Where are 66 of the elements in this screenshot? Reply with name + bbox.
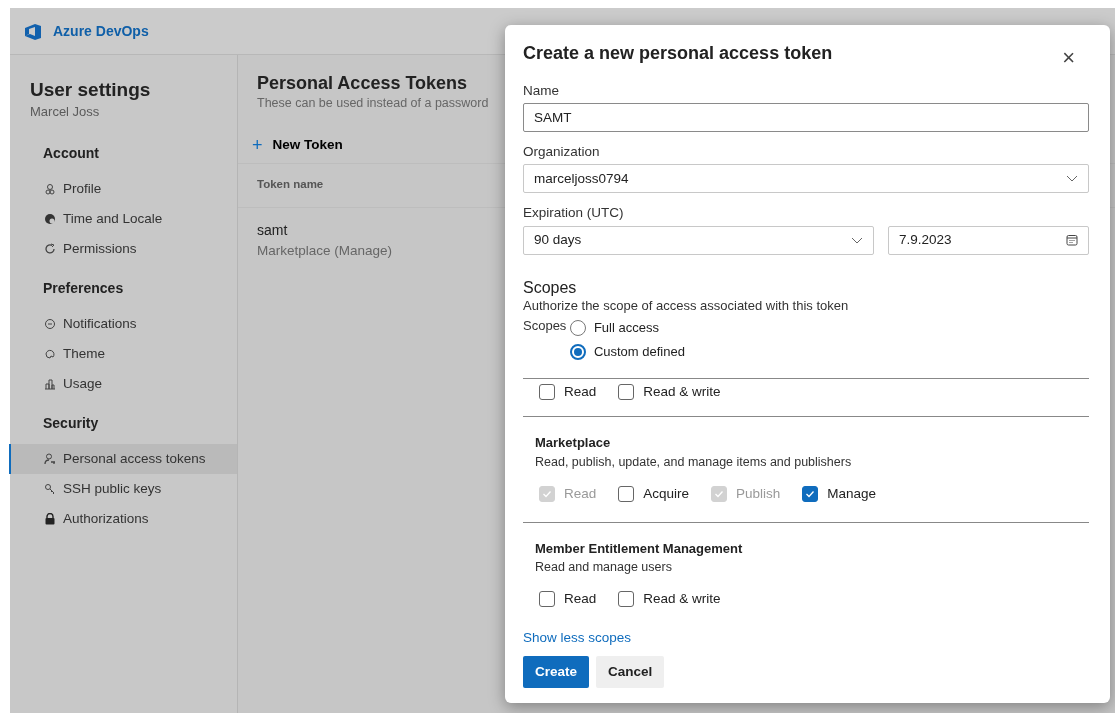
checkbox-label[interactable]: Manage xyxy=(827,483,877,504)
checkbox[interactable] xyxy=(539,591,555,608)
radio-label[interactable]: Custom defined xyxy=(593,341,685,362)
name-input-field[interactable]: SAMT xyxy=(523,103,1089,133)
checkbox[interactable] xyxy=(802,485,819,502)
token-name: samt xyxy=(257,221,288,241)
close-button[interactable]: × xyxy=(1056,45,1081,71)
sidebar-item[interactable]: Personal access tokens xyxy=(9,444,237,475)
chat-icon xyxy=(44,318,56,331)
chevron-down-icon xyxy=(1066,175,1078,183)
scopes-description: Authorize the scope of access associated with this token xyxy=(523,297,850,316)
radio-button[interactable] xyxy=(569,343,586,360)
checkbox[interactable] xyxy=(618,591,635,608)
key-icon xyxy=(44,483,56,496)
palette-icon xyxy=(44,348,56,361)
checkbox-label[interactable]: Acquire xyxy=(643,483,690,504)
show-less-scopes-link[interactable]: Show less scopes xyxy=(523,628,632,649)
checkbox-label[interactable]: Read xyxy=(564,589,597,610)
lock-icon xyxy=(44,513,56,526)
section-heading: Preferences xyxy=(42,279,125,299)
sidebar-item[interactable]: Time and Locale xyxy=(9,204,237,235)
sidebar-item[interactable]: Profile xyxy=(9,174,237,205)
create-button[interactable]: Create xyxy=(523,655,590,688)
globe-icon xyxy=(44,213,56,226)
expiration-dropdown[interactable]: 90 days xyxy=(523,225,874,255)
checkbox-label[interactable]: Read xyxy=(564,382,597,403)
scope-title: Member Entitlement Management xyxy=(535,539,744,558)
field-label: Organization xyxy=(523,144,601,161)
sidebar-item[interactable]: Permissions xyxy=(9,234,237,265)
scopes-heading: Scopes xyxy=(523,278,578,297)
checkbox[interactable] xyxy=(618,384,635,401)
scope-description: Read, publish, update, and manage items and publishers xyxy=(535,453,853,471)
chevron-down-icon xyxy=(850,236,863,244)
user-name: Marcel Joss xyxy=(29,102,101,121)
section-title: Personal Access Tokens xyxy=(257,74,468,94)
sidebar-item[interactable]: Notifications xyxy=(9,309,237,340)
scope-description: Read and manage users xyxy=(535,559,673,577)
cancel-button[interactable]: Cancel xyxy=(596,655,665,688)
section-heading: Security xyxy=(42,414,100,434)
sidebar-item[interactable]: Theme xyxy=(9,339,237,370)
calendar-icon xyxy=(1066,234,1078,247)
profile-icon xyxy=(44,183,56,196)
dialog-title: Create a new personal access token xyxy=(523,43,833,65)
field-label: Name xyxy=(523,83,560,100)
token-scope: Marketplace (Manage) xyxy=(257,242,393,261)
date-field[interactable]: 7.9.2023 xyxy=(887,225,1089,255)
radio-label[interactable]: Full access xyxy=(593,317,659,338)
section-heading: Account xyxy=(42,144,100,164)
chart-icon xyxy=(44,378,56,391)
checkbox-label[interactable]: Read & write xyxy=(643,589,721,610)
sidebar-item[interactable]: Authorizations xyxy=(9,504,237,535)
radio-group-label: Scopes xyxy=(523,316,567,335)
refresh-icon xyxy=(44,243,56,256)
checkbox[interactable] xyxy=(539,384,555,401)
page-title: User settings xyxy=(29,79,152,102)
scope-title: Marketplace xyxy=(535,434,612,453)
azure-logo-icon xyxy=(23,22,43,41)
person-key-icon xyxy=(44,453,56,466)
sidebar-item[interactable]: SSH public keys xyxy=(9,474,237,505)
checkbox[interactable] xyxy=(618,485,635,502)
sidebar-item[interactable]: Usage xyxy=(9,369,237,400)
product-name[interactable]: Azure DevOps xyxy=(53,20,149,42)
section-subtitle: These can be used instead of a password xyxy=(256,94,490,112)
plus-icon: + xyxy=(252,135,263,154)
checkbox-label[interactable]: Read & write xyxy=(643,382,721,403)
organization-dropdown[interactable]: marceljoss0794 xyxy=(523,164,1089,194)
